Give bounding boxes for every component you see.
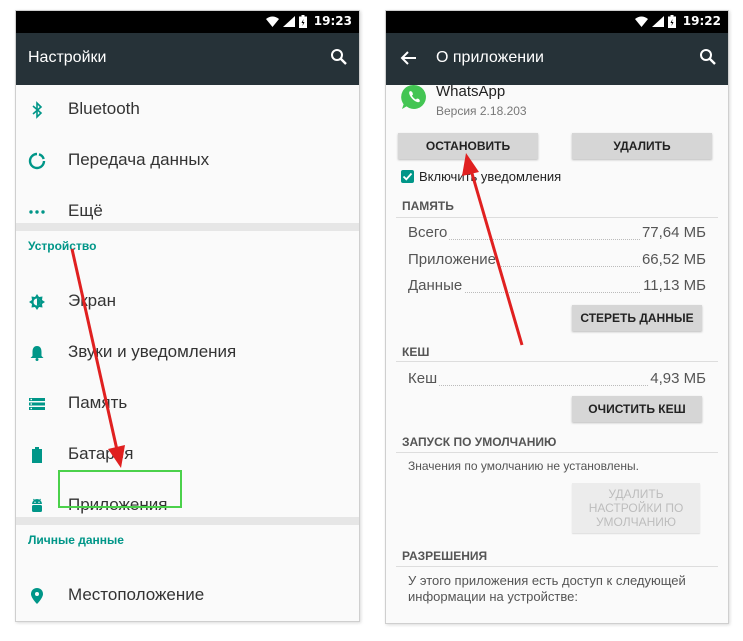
page-title: Настройки xyxy=(28,49,107,66)
clear-defaults-button[interactable]: УДАЛИТЬ НАСТРОЙКИ ПО УМОЛЧАНИЮ xyxy=(572,483,700,533)
app-bar: О приложении xyxy=(386,33,728,85)
section-title-memory: ПАМЯТЬ xyxy=(402,199,454,213)
status-bar: 19:23 xyxy=(16,11,359,33)
settings-item-storage[interactable]: Память xyxy=(16,379,359,430)
search-icon[interactable] xyxy=(698,47,718,67)
cache-row: Кеш 4,93 МБ xyxy=(408,370,706,392)
wifi-icon xyxy=(635,16,648,27)
app-info-screen: 19:22 О приложении WhatsApp Версия 2.18.… xyxy=(385,10,729,624)
section-separator xyxy=(16,223,359,231)
app-name: WhatsApp xyxy=(436,83,506,100)
search-icon[interactable] xyxy=(329,47,349,67)
settings-screen: 19:23 Настройки Bluetooth Передача данны… xyxy=(15,10,360,622)
force-stop-button[interactable]: ОСТАНОВИТЬ xyxy=(398,133,538,159)
settings-item-label: Передача данных xyxy=(68,150,210,169)
memory-row-total: Всего 77,64 МБ xyxy=(408,224,706,246)
clear-data-button[interactable]: СТЕРЕТЬ ДАННЫЕ xyxy=(572,305,702,331)
settings-item-label: Местоположение xyxy=(68,585,205,604)
settings-item-label: Экран xyxy=(68,291,116,310)
signal-icon xyxy=(283,16,295,27)
row-value: 66,52 МБ xyxy=(639,251,706,268)
section-separator xyxy=(16,517,359,525)
settings-item-label: Память xyxy=(68,393,128,412)
app-bar: Настройки xyxy=(16,33,359,85)
android-icon xyxy=(27,496,47,516)
page-title: О приложении xyxy=(436,49,544,66)
section-header-personal: Личные данные xyxy=(28,533,124,547)
section-header-device: Устройство xyxy=(28,239,97,253)
settings-item-data-usage[interactable]: Передача данных xyxy=(16,136,359,187)
section-title-cache: КЕШ xyxy=(402,345,430,359)
permissions-text: У этого приложения есть доступ к следующ… xyxy=(408,573,686,604)
whatsapp-logo-icon xyxy=(401,84,426,109)
bluetooth-icon xyxy=(27,100,47,120)
row-key: Приложение xyxy=(408,251,498,268)
storage-icon xyxy=(27,394,47,414)
display-icon xyxy=(27,292,47,312)
bell-icon xyxy=(27,343,47,363)
back-arrow-icon[interactable] xyxy=(398,47,420,69)
row-key: Данные xyxy=(408,277,465,294)
more-icon xyxy=(27,202,47,222)
row-value: 77,64 МБ xyxy=(639,224,706,241)
section-divider xyxy=(396,566,718,567)
status-bar: 19:22 xyxy=(386,11,728,33)
settings-item-label: Батарея xyxy=(68,444,134,463)
checkmark-icon xyxy=(402,172,413,181)
memory-row-app: Приложение 66,52 МБ xyxy=(408,251,706,273)
location-icon xyxy=(27,586,47,606)
settings-item-display[interactable]: Экран xyxy=(16,277,359,328)
apps-highlight-box xyxy=(58,470,182,508)
settings-item-sound[interactable]: Звуки и уведомления xyxy=(16,328,359,379)
section-title-permissions: РАЗРЕШЕНИЯ xyxy=(402,549,488,563)
status-time: 19:23 xyxy=(313,14,352,28)
section-divider xyxy=(396,217,718,218)
data-usage-icon xyxy=(27,151,47,171)
settings-item-label: Bluetooth xyxy=(68,99,140,118)
section-divider xyxy=(396,452,718,453)
status-time: 19:22 xyxy=(682,14,721,28)
battery-status-icon xyxy=(668,15,676,28)
app-version: Версия 2.18.203 xyxy=(436,104,527,118)
clear-cache-button[interactable]: ОЧИСТИТЬ КЕШ xyxy=(572,396,702,422)
settings-item-label: Звуки и уведомления xyxy=(68,342,237,361)
section-divider xyxy=(396,361,718,362)
row-key: Всего xyxy=(408,224,450,241)
signal-icon xyxy=(652,16,664,27)
uninstall-button[interactable]: УДАЛИТЬ xyxy=(572,133,712,159)
settings-item-location[interactable]: Местоположение xyxy=(16,571,359,621)
settings-item-label: Ещё xyxy=(68,201,103,220)
row-value: 4,93 МБ xyxy=(648,370,706,387)
memory-row-data: Данные 11,13 МБ xyxy=(408,277,706,299)
row-value: 11,13 МБ xyxy=(641,277,706,294)
notifications-label: Включить уведомления xyxy=(419,169,562,184)
wifi-icon xyxy=(266,16,279,27)
section-title-launch: ЗАПУСК ПО УМОЛЧАНИЮ xyxy=(402,435,557,449)
row-key: Кеш xyxy=(408,370,440,387)
battery-icon xyxy=(27,445,47,465)
battery-status-icon xyxy=(299,15,307,28)
settings-item-bluetooth[interactable]: Bluetooth xyxy=(16,85,359,136)
launch-defaults-text: Значения по умолчанию не установлены. xyxy=(408,459,639,473)
notifications-checkbox[interactable] xyxy=(401,170,414,183)
